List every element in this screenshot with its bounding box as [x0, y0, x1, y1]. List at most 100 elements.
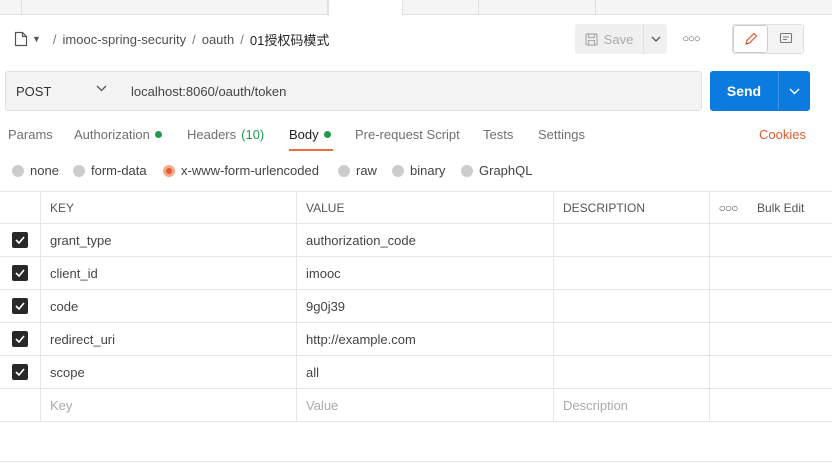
description-field[interactable]	[554, 356, 710, 388]
table-row-new: Key Value Description	[0, 389, 832, 422]
tab-settings[interactable]: Settings	[538, 127, 585, 142]
checkbox-checked-icon	[12, 364, 28, 380]
edit-view-button[interactable]	[733, 25, 769, 53]
tab-headers[interactable]: Headers (10)	[187, 127, 264, 142]
row-checkbox[interactable]	[0, 290, 41, 322]
row-checkbox[interactable]	[0, 356, 41, 388]
table-header: KEY VALUE DESCRIPTION ○○○ Bulk Edit	[0, 191, 832, 224]
row-checkbox[interactable]	[0, 224, 41, 256]
tab-params[interactable]: Params	[8, 127, 53, 142]
radio-x-www-form-urlencoded[interactable]: x-www-form-urlencoded	[163, 163, 319, 178]
table-row: redirect_uri http://example.com	[0, 323, 832, 356]
request-tab[interactable]	[0, 0, 22, 15]
radio-selected-icon	[163, 164, 175, 177]
ellipsis-icon: ○○○	[718, 200, 739, 215]
description-field[interactable]	[554, 224, 710, 256]
tab-pre-request-script[interactable]: Pre-request Script	[355, 127, 460, 142]
description-field[interactable]	[554, 323, 710, 355]
chevron-down-icon	[651, 36, 660, 42]
comments-button[interactable]	[768, 25, 803, 53]
description-field[interactable]	[554, 290, 710, 322]
url-input[interactable]: localhost:8060/oauth/token	[119, 71, 702, 111]
request-tab-active[interactable]	[328, 0, 403, 16]
save-button-group: Save	[575, 24, 667, 54]
new-key-input[interactable]: Key	[41, 389, 297, 421]
key-field[interactable]: client_id	[41, 257, 297, 289]
key-field[interactable]: redirect_uri	[41, 323, 297, 355]
tab-label: Params	[8, 127, 53, 142]
key-field[interactable]: scope	[41, 356, 297, 388]
request-tab[interactable]	[403, 0, 479, 15]
checkbox-checked-icon	[12, 331, 28, 347]
radio-binary[interactable]: binary	[392, 163, 445, 178]
radio-icon	[461, 164, 473, 177]
send-options-button[interactable]	[778, 71, 810, 111]
row-checkbox[interactable]	[0, 257, 41, 289]
header-key: KEY	[41, 192, 297, 223]
chevron-down-icon	[789, 88, 800, 94]
description-field[interactable]	[554, 257, 710, 289]
radio-form-data[interactable]: form-data	[73, 163, 147, 178]
save-button[interactable]: Save	[575, 24, 643, 54]
tab-label: Body	[289, 127, 319, 142]
tab-label: Pre-request Script	[355, 127, 460, 142]
checkbox-checked-icon	[12, 265, 28, 281]
breadcrumb-separator: /	[192, 31, 196, 47]
save-label: Save	[603, 31, 634, 47]
radio-none[interactable]: none	[12, 163, 59, 178]
save-options-button[interactable]	[643, 24, 667, 54]
radio-label: binary	[410, 163, 446, 178]
breadcrumb-request-name[interactable]: 01授权码模式	[250, 30, 329, 49]
table-row: client_id imooc	[0, 257, 832, 290]
tab-body[interactable]: Body	[289, 127, 331, 142]
caret-down-icon[interactable]: ▼	[32, 34, 41, 44]
radio-label: GraphQL	[479, 163, 533, 178]
new-value-input[interactable]: Value	[297, 389, 554, 421]
radio-label: raw	[356, 163, 377, 178]
radio-icon	[12, 164, 24, 177]
bulk-edit-button[interactable]: Bulk Edit	[748, 192, 832, 223]
value-field[interactable]: imooc	[297, 257, 554, 289]
pencil-icon	[744, 32, 757, 45]
active-tab-indicator	[289, 149, 333, 151]
more-options-button[interactable]: ○○○	[680, 30, 702, 48]
header-description: DESCRIPTION	[554, 192, 710, 223]
tab-label: Authorization	[74, 127, 150, 142]
value-field[interactable]: 9g0j39	[297, 290, 554, 322]
radio-graphql[interactable]: GraphQL	[461, 163, 532, 178]
status-dot-icon	[323, 131, 331, 138]
table-row: grant_type authorization_code	[0, 224, 832, 257]
header-value: VALUE	[297, 192, 554, 223]
breadcrumb-separator: /	[52, 31, 57, 47]
send-button[interactable]: Send	[710, 71, 778, 111]
headers-count: (10)	[241, 127, 265, 142]
row-checkbox[interactable]	[0, 323, 41, 355]
radio-raw[interactable]: raw	[338, 163, 377, 178]
radio-icon	[338, 164, 350, 177]
value-field[interactable]: all	[297, 356, 554, 388]
value-field[interactable]: authorization_code	[297, 224, 554, 256]
table-row: scope all	[0, 356, 832, 389]
checkbox-checked-icon	[12, 232, 28, 248]
checkbox-checked-icon	[12, 298, 28, 314]
key-field[interactable]: grant_type	[41, 224, 297, 256]
table-options-button[interactable]: ○○○	[710, 192, 746, 223]
request-tab[interactable]	[479, 0, 596, 15]
new-description-input[interactable]: Description	[554, 389, 710, 421]
method-select[interactable]: POST	[5, 71, 120, 111]
view-toggle	[732, 24, 804, 54]
url-value: localhost:8060/oauth/token	[131, 83, 287, 99]
comment-icon	[779, 32, 792, 44]
key-field[interactable]: code	[41, 290, 297, 322]
radio-label: x-www-form-urlencoded	[181, 163, 319, 178]
table-row: code 9g0j39	[0, 290, 832, 323]
method-value: POST	[16, 83, 52, 99]
request-tab[interactable]	[22, 0, 328, 15]
tab-tests[interactable]: Tests	[483, 127, 513, 142]
value-field[interactable]: http://example.com	[297, 323, 554, 355]
cookies-link[interactable]: Cookies	[759, 127, 806, 142]
save-icon	[585, 32, 598, 46]
breadcrumb-collection[interactable]: imooc-spring-security	[63, 32, 187, 47]
tab-authorization[interactable]: Authorization	[74, 127, 162, 142]
breadcrumb-folder[interactable]: oauth	[202, 32, 235, 47]
